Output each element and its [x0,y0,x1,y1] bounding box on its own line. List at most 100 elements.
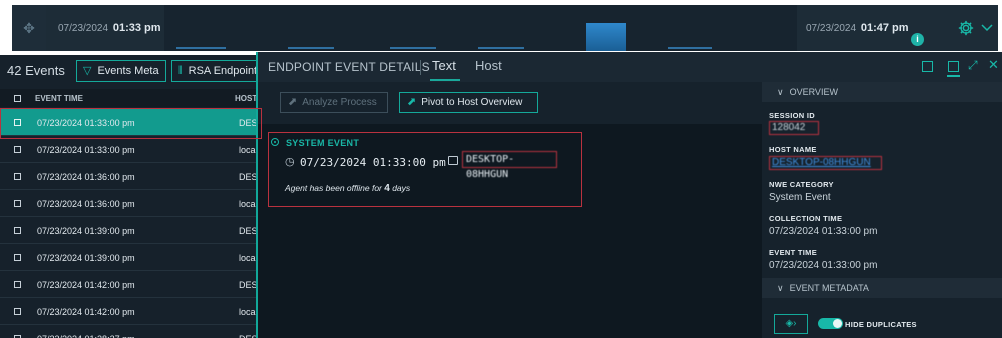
layout-icon[interactable] [948,61,959,72]
collection-time-label: COLLECTION TIME [769,214,843,223]
hide-duplicates-toggle[interactable] [818,318,843,329]
row-checkbox[interactable] [14,200,21,207]
chevron-down-icon: ∨ [777,283,784,293]
clock-icon: ◷ [285,156,295,168]
table-row[interactable]: 07/23/2024 01:36:00 pm DES [0,163,256,190]
tab-text[interactable]: Text [432,58,456,73]
pivot-to-host-button[interactable]: ⬈ Pivot to Host Overview [399,92,538,113]
layout-active-indicator [947,75,960,77]
layers-icon: ◈› [785,318,797,329]
selected-row-highlight [0,108,262,139]
table-row[interactable]: 07/23/2024 01:28:27 pm DES [0,325,256,338]
nwe-category-value: System Event [769,192,831,203]
rsa-endpoint-button[interactable]: ⫴ RSA Endpoint [171,60,256,82]
row-host: local [239,145,256,155]
event-details-panel: ENDPOINT EVENT DETAILS Text Host ⬈ Analyz… [256,52,762,338]
system-event-host[interactable]: DESKTOP-08HHGUN [462,151,557,180]
table-row[interactable]: 07/23/2024 01:42:00 pm DES [0,271,256,298]
table-row[interactable]: 07/23/2024 01:36:00 pm local [0,190,256,217]
timeline-tick [478,47,524,49]
expand-icon[interactable]: ⤢ [968,58,978,73]
offline-days: 4 [384,183,390,194]
external-link-icon: ⬈ [288,96,298,108]
row-checkbox[interactable] [14,254,21,261]
details-toolbar: ⬈ Analyze Process ⬈ Pivot to Host Overview [258,82,762,124]
row-event-time: 07/23/2024 01:36:00 pm [37,199,135,209]
session-id-label: SESSION ID [769,111,815,120]
host-name-link[interactable]: DESKTOP-08HHGUN [769,156,882,170]
details-header: ENDPOINT EVENT DETAILS Text Host [258,52,762,82]
column-header-event-time[interactable]: EVENT TIME [35,94,83,103]
radio-dot-icon [271,138,279,146]
analyze-process-button[interactable]: ⬈ Analyze Process [280,92,388,113]
filter-icon: ▽ [83,65,92,77]
chevron-down-icon: ∨ [777,87,784,97]
overview-section-header[interactable]: ∨ OVERVIEW [762,82,1002,102]
row-checkbox[interactable] [14,281,21,288]
events-meta-label: Events Meta [97,65,159,77]
session-id-value: 128042 [769,121,819,135]
info-icon[interactable]: i [911,33,924,46]
timeline-end-time: 01:47 pm [860,22,909,34]
timeline-start-time: 01:33 pm [112,22,161,34]
close-icon[interactable]: ✕ [988,57,999,73]
row-host: local [239,253,256,263]
timeline-tick [668,47,712,49]
event-time-value: 07/23/2024 01:33:00 pm [769,260,878,271]
timeline-settings [947,5,998,51]
event-metadata-header[interactable]: ∨ EVENT METADATA [762,278,1002,298]
timeline-start: 07/23/2024 01:33 pm [46,5,164,51]
timeline-end: 07/23/2024 01:47 pm [797,5,947,51]
row-event-time: 07/23/2024 01:39:00 pm [37,226,135,236]
system-event-title: SYSTEM EVENT [286,138,360,148]
timeline-selection[interactable] [586,23,626,51]
timeline-bar[interactable]: ✥ 07/23/2024 01:33 pm 07/23/2024 01:47 p… [12,5,998,51]
header-divider [420,60,421,75]
collection-time-value: 07/23/2024 01:33:00 pm [769,226,878,237]
timeline-tick [390,47,436,49]
host-icon [448,156,458,165]
row-checkbox[interactable] [14,146,21,153]
row-event-time: 07/23/2024 01:39:00 pm [37,253,135,263]
row-checkbox[interactable] [14,308,21,315]
external-link-icon: ⬈ [407,96,417,108]
row-checkbox[interactable] [14,227,21,234]
select-all-checkbox[interactable] [14,95,21,102]
system-event-time: 07/23/2024 01:33:00 pm [300,156,446,169]
row-checkbox[interactable] [14,173,21,180]
table-row[interactable]: 07/23/2024 01:42:00 pm local [0,298,256,325]
events-count: 42 Events [7,63,65,78]
row-event-time: 07/23/2024 01:42:00 pm [37,307,135,317]
column-header-host[interactable]: HOST [235,94,256,103]
rsa-endpoint-label: RSA Endpoint [188,65,256,77]
row-host: local [239,307,256,317]
timeline-start-date: 07/23/2024 [58,23,109,34]
offline-suffix: days [392,183,411,193]
row-host: local [239,199,256,209]
table-row[interactable]: 07/23/2024 01:33:00 pm local [0,136,256,163]
table-row[interactable]: 07/23/2024 01:39:00 pm local [0,244,256,271]
overview-section-label: OVERVIEW [789,87,838,97]
panel-toggle-icon[interactable] [922,61,933,72]
tab-host[interactable]: Host [475,58,502,73]
system-event-card: SYSTEM EVENT ◷ 07/23/2024 01:33:00 pm DE… [268,132,582,207]
row-host: DES [239,172,256,182]
overview-header: ⤢ ✕ [762,52,1002,82]
layers-button[interactable]: ◈› [774,314,808,334]
table-row[interactable]: 07/23/2024 01:39:00 pm DES [0,217,256,244]
active-tab-indicator [430,79,460,81]
move-icon[interactable]: ✥ [12,5,46,51]
row-host: DES [239,334,256,338]
timeline-tick [176,47,226,49]
row-host: DES [239,226,256,236]
gear-icon[interactable] [958,20,974,36]
overview-pane: ⤢ ✕ ∨ OVERVIEW SESSION ID 128042 HOST NAM… [762,52,1002,338]
row-event-time: 07/23/2024 01:42:00 pm [37,280,135,290]
row-event-time: 07/23/2024 01:36:00 pm [37,172,135,182]
row-event-time: 07/23/2024 01:33:00 pm [37,145,135,155]
chevron-down-icon[interactable] [981,23,993,33]
host-name-label: HOST NAME [769,145,817,154]
pivot-to-host-label: Pivot to Host Overview [421,97,523,108]
event-time-label: EVENT TIME [769,248,818,257]
events-meta-button[interactable]: ▽ Events Meta [76,60,166,82]
